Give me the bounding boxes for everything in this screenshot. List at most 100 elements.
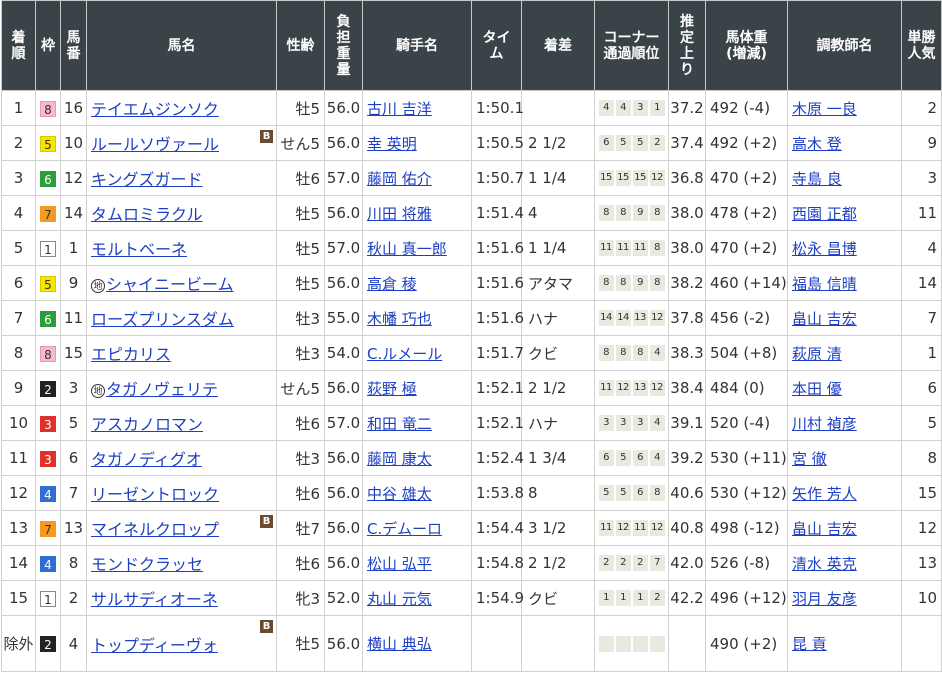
trainer-link[interactable]: 木原 一良	[792, 100, 857, 118]
corner-cell: 8 8 9 8	[594, 195, 669, 231]
jockey-link[interactable]: 藤岡 康太	[367, 450, 432, 468]
weight-cell: 56.0	[324, 370, 363, 406]
trainer-link[interactable]: 畠山 吉宏	[792, 520, 857, 538]
jockey-link[interactable]: 古川 吉洋	[367, 100, 432, 118]
trainer-link[interactable]: 清水 英克	[792, 555, 857, 573]
trainer-link[interactable]: 矢作 芳人	[792, 485, 857, 503]
sexage-cell: 牡3	[276, 300, 325, 336]
jockey-link[interactable]: 幸 英明	[367, 135, 417, 153]
corner-3: 8	[632, 345, 648, 361]
corner-cell: 6 5 6 4	[594, 440, 669, 476]
horse-name-link[interactable]: シャイニービーム	[106, 275, 234, 294]
corner-3: 15	[632, 170, 648, 186]
horse-name-link[interactable]: アスカノロマン	[91, 415, 203, 434]
horse-name-link[interactable]: リーゼントロック	[91, 485, 219, 504]
sex-age: 牡3	[295, 449, 320, 468]
trainer-link[interactable]: 福島 信晴	[792, 275, 857, 293]
waku-cell: 8	[35, 90, 61, 126]
jockey-link[interactable]: 川田 将雅	[367, 205, 432, 223]
jockey-link[interactable]: 丸山 元気	[367, 590, 432, 608]
trainer-link[interactable]: 松永 昌博	[792, 240, 857, 258]
trainer-link[interactable]: 昆 貢	[792, 635, 827, 653]
header-bodyweight-line1: 馬体重	[725, 29, 768, 46]
horse-name-link[interactable]: モンドクラッセ	[91, 555, 203, 574]
horse-name-link[interactable]: モルトベーネ	[91, 240, 187, 259]
last-3f: 38.0	[670, 204, 704, 222]
body-weight: 530 (+12)	[710, 484, 787, 502]
race-results-table: 着順 枠 馬番 馬名 性齢 負担重量 騎手名 タイム 着差 コーナー 通過順位 …	[1, 0, 942, 672]
rank-cell: 6	[1, 265, 36, 301]
trainer-cell: 木原 一良	[787, 90, 902, 126]
trainer-link[interactable]: 寺島 良	[792, 170, 842, 188]
corner-4: 8	[649, 240, 665, 256]
jockey-link[interactable]: C.デムーロ	[367, 520, 442, 538]
waku-badge: 5	[40, 135, 56, 152]
jockey-link[interactable]: 高倉 稜	[367, 275, 417, 293]
popularity: 1	[927, 344, 937, 362]
trainer-link[interactable]: 高木 登	[792, 135, 842, 153]
trainer-link[interactable]: 本田 優	[792, 380, 842, 398]
body-weight: 526 (-8)	[710, 554, 771, 572]
trainer-link[interactable]: 川村 禎彦	[792, 415, 857, 433]
horse-cell: タガノディグオ	[86, 440, 277, 476]
rank: 9	[13, 379, 24, 397]
table-row: 9 2 3 地タガノヴェリテ せん5 56.0 荻野 極 1:52.1 2 1/…	[1, 370, 942, 406]
trainer-link[interactable]: 畠山 吉宏	[792, 310, 857, 328]
jockey-cell: 藤岡 康太	[362, 440, 472, 476]
jockey-link[interactable]: 木幡 巧也	[367, 310, 432, 328]
waku-cell: 1	[35, 230, 61, 266]
horse-name-link[interactable]: エピカリス	[91, 345, 171, 364]
jockey-link[interactable]: C.ルメール	[367, 345, 442, 363]
sex-age: 牡6	[295, 484, 320, 503]
horse-number: 3	[68, 379, 79, 397]
horse-name-link[interactable]: タガノヴェリテ	[106, 380, 218, 399]
waku-badge: 8	[40, 100, 56, 117]
horse-name-link[interactable]: ルールソヴァール	[91, 135, 219, 154]
jockey-cell: 川田 将雅	[362, 195, 472, 231]
corner-2: 2	[615, 555, 631, 571]
horse-name-link[interactable]: キングズガード	[91, 170, 203, 189]
jockey-link[interactable]: 横山 典弘	[367, 635, 432, 653]
sexage-cell: 牡3	[276, 440, 325, 476]
horse-name-link[interactable]: タムロミラクル	[91, 205, 203, 224]
header-popularity: 単勝人気	[901, 0, 942, 91]
jockey-link[interactable]: 和田 竜二	[367, 415, 432, 433]
blinker-icon: B	[260, 515, 273, 528]
waku-badge: 2	[40, 380, 56, 397]
jockey-link[interactable]: 中谷 雄太	[367, 485, 432, 503]
horse-cell: モルトベーネ	[86, 230, 277, 266]
rank: 4	[13, 204, 24, 222]
trainer-link[interactable]: 萩原 清	[792, 345, 842, 363]
table-row: 5 1 1 モルトベーネ 牡5 57.0 秋山 真一郎 1:51.6 1 1/4…	[1, 230, 942, 266]
waku-cell: 5	[35, 265, 61, 301]
bodyweight-cell: 490 (+2)	[705, 615, 788, 672]
race-time: 1:52.1	[476, 414, 524, 432]
jockey-link[interactable]: 藤岡 佑介	[367, 170, 432, 188]
umaban-cell: 14	[60, 195, 87, 231]
carried-weight: 56.0	[326, 379, 361, 397]
horse-name-link[interactable]: マイネルクロップ	[91, 520, 219, 539]
horse-name-link[interactable]: タガノディグオ	[91, 450, 202, 469]
trainer-cell: 羽月 友彦	[787, 580, 902, 616]
time-cell: 1:52.1	[471, 370, 524, 406]
body-weight: 496 (+12)	[710, 589, 787, 607]
jockey-link[interactable]: 秋山 真一郎	[367, 240, 447, 258]
table-row: 7 6 11 ローズプリンスダム 牡3 55.0 木幡 巧也 1:51.6 ハナ…	[1, 300, 942, 336]
horse-name-link[interactable]: トップディーヴォ	[91, 636, 218, 655]
trainer-link[interactable]: 宮 徹	[792, 450, 827, 468]
corner-1: 5	[598, 485, 614, 501]
trainer-link[interactable]: 西園 正都	[792, 205, 857, 223]
trainer-link[interactable]: 羽月 友彦	[792, 590, 857, 608]
bodyweight-cell: 492 (+2)	[705, 125, 788, 161]
corner-cell: 1 1 1 2	[594, 580, 669, 616]
race-time: 1:53.8	[476, 484, 524, 502]
time-cell: 1:52.4	[471, 440, 524, 476]
jockey-link[interactable]: 荻野 極	[367, 380, 417, 398]
horse-name-link[interactable]: サルサディオーネ	[91, 590, 218, 609]
corner-2: 5	[615, 450, 631, 466]
horse-name-link[interactable]: ローズプリンスダム	[91, 310, 234, 329]
horse-name-link[interactable]: テイエムジンソク	[91, 100, 219, 119]
last-3f: 38.4	[670, 379, 704, 397]
weight-cell: 56.0	[324, 615, 363, 672]
jockey-link[interactable]: 松山 弘平	[367, 555, 432, 573]
